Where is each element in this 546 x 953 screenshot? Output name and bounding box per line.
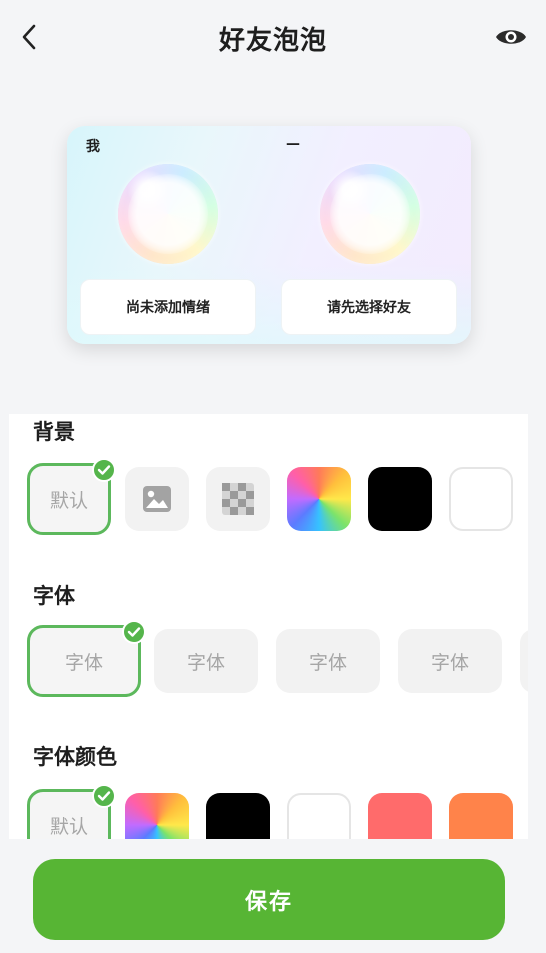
check-icon xyxy=(122,620,146,644)
background-option-image[interactable] xyxy=(125,467,189,531)
image-icon xyxy=(143,486,171,512)
font-option-label: 字体 xyxy=(308,651,347,674)
friend-label: — xyxy=(286,136,300,152)
background-option-black[interactable] xyxy=(368,467,432,531)
my-label: 我 xyxy=(86,139,100,155)
font-option-2[interactable]: 字体 xyxy=(154,629,258,693)
settings-panel: 背景 默认 字体 字体 字体 字体 字体 字体颜色 默认 xyxy=(9,414,528,839)
font-color-option-default[interactable]: 默认 xyxy=(27,784,116,839)
my-bubble xyxy=(118,164,218,264)
font-section-title: 字体 xyxy=(33,584,75,608)
default-label: 默认 xyxy=(49,489,88,512)
preview-toggle-button[interactable] xyxy=(494,22,528,52)
friend-bubble xyxy=(320,164,420,264)
friend-select-pill[interactable]: 请先选择好友 xyxy=(281,279,457,335)
check-icon xyxy=(92,458,116,482)
check-icon xyxy=(92,784,116,808)
default-label: 默认 xyxy=(49,815,88,838)
font-option-1[interactable]: 字体 xyxy=(27,620,146,697)
background-option-white[interactable] xyxy=(449,467,513,531)
eye-icon xyxy=(496,30,526,44)
font-option-label: 字体 xyxy=(64,651,103,674)
font-color-option-coral[interactable] xyxy=(368,793,432,839)
font-color-section-title: 字体颜色 xyxy=(33,745,117,769)
save-button[interactable]: 保存 xyxy=(33,859,505,940)
background-option-rainbow[interactable] xyxy=(287,467,351,531)
font-option-label: 字体 xyxy=(186,651,225,674)
font-color-option-orange[interactable] xyxy=(449,793,513,839)
font-color-option-black[interactable] xyxy=(206,793,270,839)
transparent-grid-icon xyxy=(222,483,254,515)
font-option-4[interactable]: 字体 xyxy=(398,629,502,693)
page-title: 好友泡泡 xyxy=(218,26,327,56)
background-option-transparent[interactable] xyxy=(206,467,270,531)
background-section-title: 背景 xyxy=(33,420,75,444)
font-option-label: 字体 xyxy=(430,651,469,674)
font-color-option-rainbow[interactable] xyxy=(125,793,189,839)
font-color-option-white[interactable] xyxy=(287,793,351,839)
header-bar: 好友泡泡 xyxy=(0,0,546,76)
bubble-preview-card: 我 — 尚未添加情绪 请先选择好友 xyxy=(67,126,471,344)
font-option-3[interactable]: 字体 xyxy=(276,629,380,693)
font-option-5[interactable] xyxy=(520,629,528,693)
my-mood-pill[interactable]: 尚未添加情绪 xyxy=(80,279,256,335)
background-option-default[interactable]: 默认 xyxy=(27,458,116,535)
